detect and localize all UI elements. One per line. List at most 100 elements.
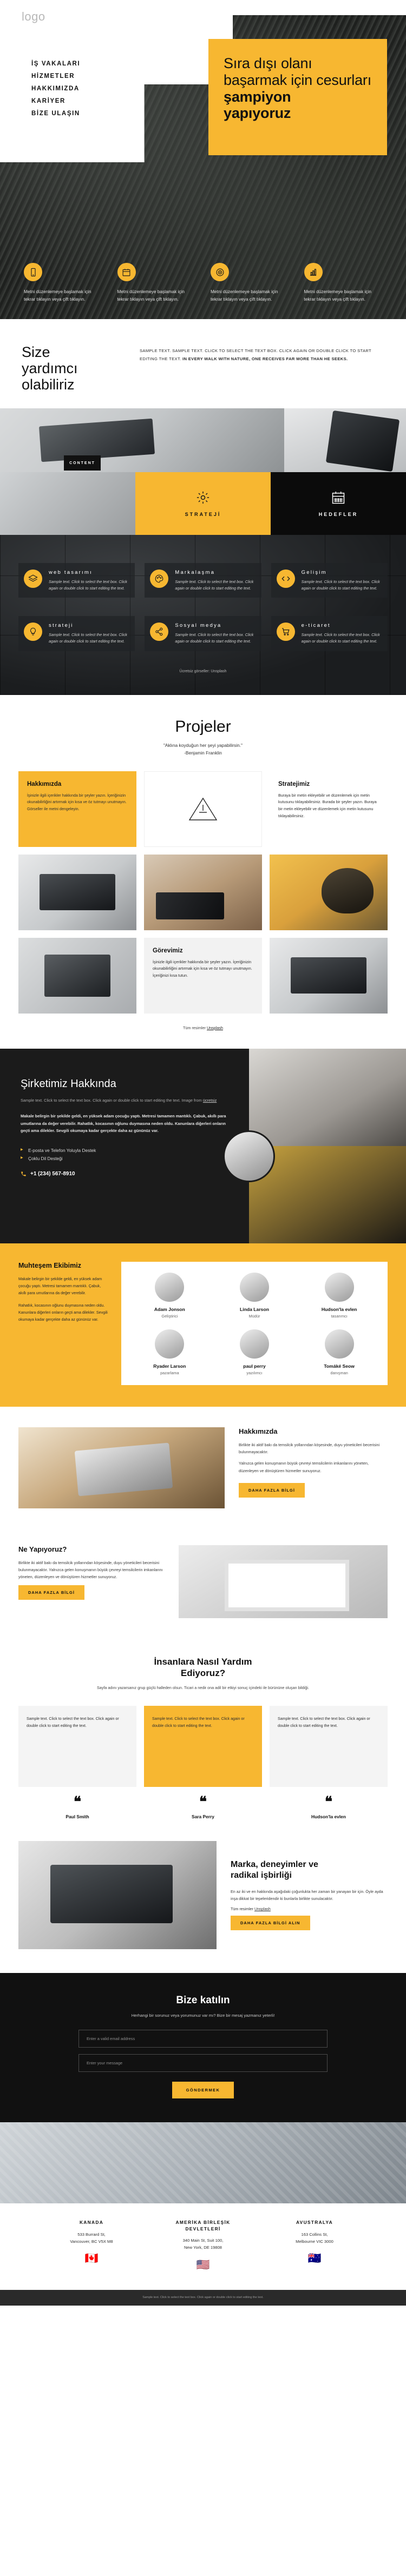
cta-hedefler-label: HEDEFLER xyxy=(318,511,358,517)
hero-feature-3-text: Metni düzenlemeye başlamak için tekrar t… xyxy=(211,289,278,302)
team-member[interactable]: paul perry yazılımcı xyxy=(215,1329,294,1375)
project-card-text: İşinizle ilgili içerikler hakkında bir ş… xyxy=(27,792,127,811)
site-logo[interactable]: logo xyxy=(22,10,45,24)
testimonial-author-3: ❝ Hudson'la evlen xyxy=(270,1794,388,1819)
service-card-sosyal-medya[interactable]: Sosyal medya Sample text. Click to selec… xyxy=(145,616,261,652)
about-list-item-1: E-posta ve Telefon Yoluyla Destek xyxy=(21,1147,232,1155)
cta-strateji[interactable]: STRATEJİ xyxy=(135,472,271,535)
testimonial-text: Sample text. Click to select the text bo… xyxy=(152,1717,245,1729)
testimonial-text: Sample text. Click to select the text bo… xyxy=(27,1717,119,1729)
service-title: Markalaşma xyxy=(175,569,215,575)
ne-yapiyoruz-more-button[interactable]: DAHA FAZLA BİLGİ xyxy=(18,1585,85,1600)
about-company-content: Şirketimiz Hakkında Sample text. Click t… xyxy=(0,1049,249,1243)
hero-feature-1-text: Metni düzenlemeye başlamak için tekrar t… xyxy=(24,289,91,302)
brand-more-button[interactable]: DAHA FAZLA BİLGİ ALIN xyxy=(231,1916,310,1931)
nav-item-bize-ulasin[interactable]: BİZE ULAŞIN xyxy=(31,110,80,117)
avatar xyxy=(324,1272,354,1302)
testimonials-heading: İnsanlara Nasıl Yardım Ediyoruz? xyxy=(32,1656,374,1679)
office-abd: AMERİKA BİRLEŞİK DEVLETLERİ 340 Main St,… xyxy=(162,2220,244,2272)
testimonials-heading-line-1: İnsanlara Nasıl Yardım xyxy=(154,1656,252,1667)
brand-credit-prefix: Tüm resimler xyxy=(231,1906,254,1912)
testimonial-card-3: Sample text. Click to select the text bo… xyxy=(270,1706,388,1787)
about-phone-row[interactable]: +1 (234) 567-8910 xyxy=(21,1171,232,1177)
service-title: Gelişim xyxy=(301,569,327,575)
palette-icon xyxy=(150,569,169,588)
projects-heading: Projeler xyxy=(175,718,231,736)
about-feature-list: E-posta ve Telefon Yoluyla Destek Çoklu … xyxy=(21,1147,232,1162)
help-title: Size yardımcı olabiliriz xyxy=(22,344,125,393)
service-title: strateji xyxy=(49,623,74,629)
nav-item-kariyer[interactable]: KARİYER xyxy=(31,98,80,104)
project-image-hands xyxy=(144,854,262,930)
service-title: Sosyal medya xyxy=(175,623,222,629)
join-heading: Bize katılın xyxy=(176,1994,230,2006)
service-card-markalasma[interactable]: Markalaşma Sample text. Click to select … xyxy=(145,562,261,598)
help-body-bold: IN EVERY WALK WITH NATURE, ONE RECEIVES … xyxy=(182,356,348,361)
hakkimizda-more-button[interactable]: DAHA FAZLA BİLGİ xyxy=(239,1483,305,1498)
footer-map-image xyxy=(0,2122,406,2204)
brand-credit-link[interactable]: Unsplash xyxy=(254,1906,271,1911)
office-kanada: KANADA 533 Burrard St, Vancouver, BC V5X… xyxy=(51,2220,132,2272)
bulb-icon xyxy=(24,623,42,641)
service-text: Sample text. Click to select the text bo… xyxy=(175,579,254,591)
email-input[interactable] xyxy=(78,2030,328,2048)
flag-icon-canada: 🇨🇦 xyxy=(84,2253,99,2265)
team-members-card: Adam Jonson Geliştirici Linda Larson Müd… xyxy=(121,1261,388,1385)
nav-item-hizmetler[interactable]: HİZMETLER xyxy=(31,73,80,80)
testimonial-author-name: Paul Smith xyxy=(66,1813,89,1819)
service-card-web-tasarimi[interactable]: web tasarımı Sample text. Click to selec… xyxy=(18,562,135,598)
testimonial-author-name: Hudson'la evlen xyxy=(311,1813,346,1819)
share-icon xyxy=(150,623,169,641)
projects-grid: Hakkımızda İşinizle ilgili içerikler hak… xyxy=(0,757,406,1014)
hero-feature-1: Metni düzenlemeye başlamak için tekrar t… xyxy=(16,263,110,303)
message-input[interactable] xyxy=(78,2054,328,2072)
ne-yapiyoruz-heading: Ne Yapıyoruz? xyxy=(18,1545,67,1553)
projects-credit-link[interactable]: Unsplash xyxy=(207,1025,223,1030)
project-card-gorevimiz[interactable]: Görevimiz İşinizle ilgili içerikler hakk… xyxy=(144,937,262,1014)
help-image-row xyxy=(0,408,406,472)
brand-credit: Tüm resimler Unsplash xyxy=(231,1906,388,1911)
projects-quote-author: -Benjamin Franklin xyxy=(184,750,222,756)
service-card-e-ticaret[interactable]: e-ticaret Sample text. Click to select t… xyxy=(271,616,388,652)
brand-content: Marka, deneyimler ve radikal işbirliği E… xyxy=(231,1859,388,1931)
service-title: e-ticaret xyxy=(301,623,331,629)
team-member[interactable]: Hudson'la evlen tasarımcı xyxy=(299,1272,379,1319)
chart-icon xyxy=(304,263,323,282)
about-company-images xyxy=(223,1048,406,1243)
flag-icon-australia: 🇦🇺 xyxy=(307,2253,322,2265)
project-card-hakkimizda[interactable]: Hakkımızda İşinizle ilgili içerikler hak… xyxy=(18,771,136,847)
service-card-gelisim[interactable]: Gelişim Sample text. Click to select the… xyxy=(271,562,388,598)
about-lead-link[interactable]: ücretsiz xyxy=(203,1098,217,1103)
layers-icon xyxy=(24,569,42,588)
hakkimizda-heading: Hakkımızda xyxy=(239,1427,278,1435)
submit-button[interactable]: GÖNDERMEK xyxy=(172,2082,234,2099)
cta-hedefler[interactable]: HEDEFLER xyxy=(271,472,406,535)
projects-credit-prefix: Tüm resimler xyxy=(183,1025,207,1030)
team-member[interactable]: Ryader Larson pazarlama xyxy=(130,1329,209,1375)
service-text: Sample text. Click to select the text bo… xyxy=(301,632,380,644)
testimonials-section: İnsanlara Nasıl Yardım Ediyoruz? Sayfa a… xyxy=(0,1642,406,1841)
avatar xyxy=(239,1329,269,1359)
team-member[interactable]: Adam Jonson Geliştirici xyxy=(130,1272,209,1319)
mobile-icon xyxy=(24,263,42,282)
about-list-item-2: Çoklu Dil Desteği xyxy=(21,1155,232,1163)
hero-line-4: şampiyon xyxy=(224,88,291,105)
team-member[interactable]: Linda Larson Müdür xyxy=(215,1272,294,1319)
projects-quote: "Aklına koyduğun her şeyi yapabilirsin." xyxy=(163,743,243,749)
service-card-strateji[interactable]: strateji Sample text. Click to select th… xyxy=(18,616,135,652)
team-member[interactable]: Tomáké Seow danışman xyxy=(299,1329,379,1375)
team-member-name: Linda Larson xyxy=(240,1306,269,1312)
nav-item-hakkimizda[interactable]: HAKKIMIZDA xyxy=(31,85,80,92)
office-address-line-2: Vancouver, BC V5X M8 xyxy=(70,2239,113,2244)
testimonial-card-2: Sample text. Click to select the text bo… xyxy=(144,1706,262,1787)
hero-section: logo İŞ VAKALARI HİZMETLER HAKKIMIZDA KA… xyxy=(0,0,406,319)
testimonials-heading-line-2: Ediyoruz? xyxy=(180,1668,226,1679)
project-card-text: Buraya bir metin ekleyebilir ve düzenlem… xyxy=(278,792,377,818)
gear-icon xyxy=(197,491,209,504)
office-country: KANADA xyxy=(79,2220,104,2226)
nav-item-is-vakalari[interactable]: İŞ VAKALARI xyxy=(31,61,80,67)
testimonial-author-2: ❝ Sara Perry xyxy=(144,1794,262,1819)
office-address-line-1: 533 Burrard St, xyxy=(77,2231,106,2237)
project-card-stratejimiz[interactable]: Stratejimiz Buraya bir metin ekleyebilir… xyxy=(270,771,388,847)
about-company-heading: Şirketimiz Hakkında xyxy=(21,1077,116,1090)
